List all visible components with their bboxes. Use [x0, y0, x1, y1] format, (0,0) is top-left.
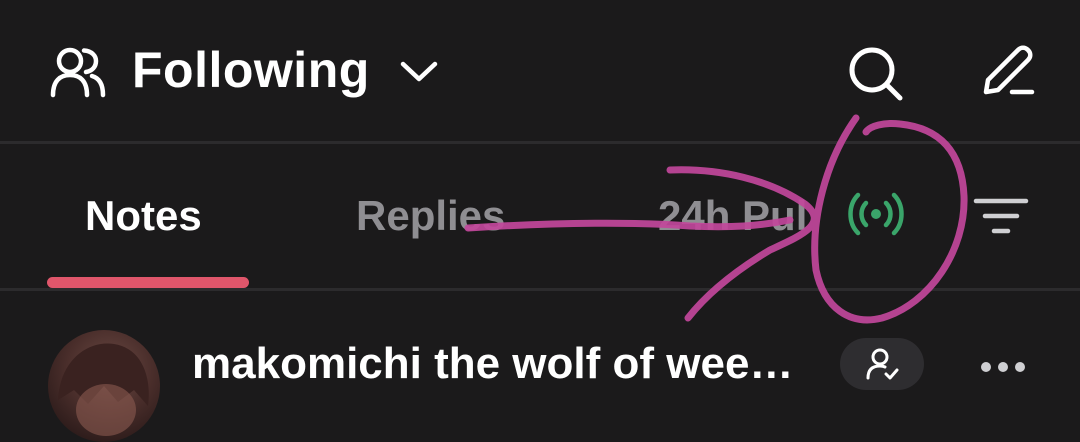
filter-icon[interactable] [972, 195, 1030, 239]
author-name[interactable]: makomichi the wolf of wee… [192, 336, 793, 392]
tab-24h-pulse[interactable]: 24h Pul [658, 189, 808, 243]
chevron-down-icon[interactable] [398, 56, 440, 86]
active-tab-indicator [47, 277, 249, 288]
top-bar: Following [0, 0, 1080, 142]
people-icon[interactable] [50, 46, 106, 98]
search-icon[interactable] [846, 44, 906, 104]
live-broadcast-icon[interactable] [846, 191, 906, 237]
tab-notes[interactable]: Notes [85, 189, 202, 243]
feed-tabs: Notes Replies 24h Pul [0, 143, 1080, 289]
pencil-icon[interactable] [978, 42, 1038, 102]
user-check-icon [866, 348, 899, 380]
note-item[interactable]: makomichi the wolf of wee… [0, 292, 1080, 442]
tab-replies[interactable]: Replies [356, 189, 505, 243]
more-icon[interactable] [978, 352, 1028, 382]
avatar[interactable] [48, 330, 160, 442]
feed-selector-title[interactable]: Following [132, 38, 370, 102]
following-badge[interactable] [840, 338, 924, 390]
tabs-divider [0, 288, 1080, 291]
